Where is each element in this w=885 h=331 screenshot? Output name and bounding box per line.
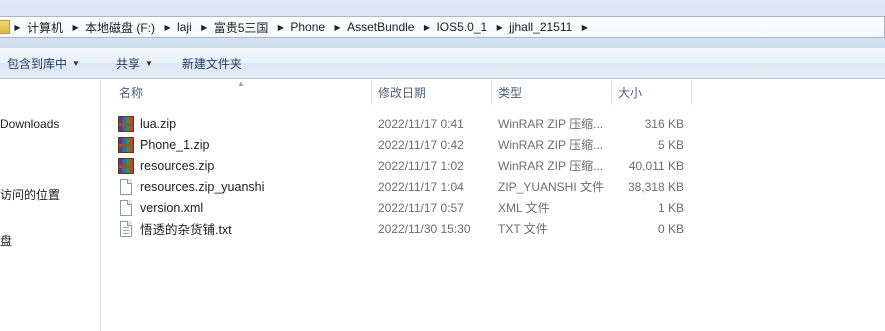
file-row[interactable]: version.xml 2022/11/17 0:57 XML 文件 1 KB	[102, 197, 702, 218]
breadcrumb-root-chevron[interactable]: ▶	[10, 17, 25, 37]
column-header-label: 名称	[119, 86, 144, 100]
file-row[interactable]: lua.zip 2022/11/17 0:41 WinRAR ZIP 压缩...…	[102, 113, 702, 134]
file-size: 40,011 KB	[628, 158, 684, 173]
new-folder-label: 新建文件夹	[181, 56, 242, 71]
dropdown-caret-icon: ▼	[144, 58, 153, 68]
file-name: version.xml	[140, 200, 204, 215]
file-row[interactable]: resources.zip_yuanshi 2022/11/17 1:04 ZI…	[102, 176, 702, 197]
chevron-right-icon[interactable]: ▶	[330, 23, 345, 32]
file-name: Phone_1.zip	[140, 137, 210, 152]
blank-file-icon	[120, 199, 132, 216]
file-size: 316 KB	[644, 116, 684, 131]
chevron-right-icon: ▶	[14, 22, 21, 32]
winrar-archive-icon	[118, 136, 134, 153]
file-type: TXT 文件	[498, 222, 548, 236]
nav-item-drive[interactable]: 盘	[0, 232, 12, 249]
sort-ascending-icon: ▲	[237, 79, 245, 88]
column-header-label: 类型	[498, 86, 523, 100]
file-date: 2022/11/17 0:42	[378, 137, 464, 152]
breadcrumb-ios[interactable]: IOS5.0_1 ▶	[434, 17, 507, 37]
address-bar-area: ▶ 计算机 ▶ 本地磁盘 (F:) ▶ laji ▶ 富贵5三国 ▶ Phone ▶ As…	[0, 0, 885, 48]
breadcrumb-drive-f[interactable]: 本地磁盘 (F:) ▶	[83, 17, 175, 37]
command-toolbar: 包含到库中 ▼ 共享 ▼ 新建文件夹	[0, 48, 885, 79]
file-size: 1 KB	[657, 200, 684, 215]
column-header-type[interactable]: 类型	[492, 80, 612, 105]
column-header-label: 修改日期	[378, 86, 427, 100]
file-date: 2022/11/17 0:57	[378, 200, 464, 215]
chevron-right-icon[interactable]: ▶	[273, 23, 288, 32]
column-header-label: 大小	[618, 86, 643, 100]
breadcrumb-label: 本地磁盘 (F:)	[85, 20, 156, 35]
file-size: 0 KB	[657, 221, 684, 236]
breadcrumb-label: jjhall_21511	[509, 20, 573, 34]
file-row[interactable]: resources.zip 2022/11/17 1:02 WinRAR ZIP…	[102, 155, 702, 176]
file-date: 2022/11/17 1:04	[378, 179, 464, 194]
text-file-icon	[120, 220, 132, 237]
chevron-right-icon[interactable]: ▶	[577, 23, 592, 32]
file-type: WinRAR ZIP 压缩...	[498, 159, 604, 173]
chevron-right-icon[interactable]: ▶	[197, 23, 212, 32]
breadcrumb-label: 计算机	[27, 20, 64, 35]
file-row[interactable]: Phone_1.zip 2022/11/17 0:42 WinRAR ZIP 压…	[102, 134, 702, 155]
nav-item-recent-places[interactable]: 访问的位置	[0, 186, 60, 203]
chevron-right-icon[interactable]: ▶	[419, 23, 434, 32]
file-row[interactable]: 悟透的杂货铺.txt 2022/11/30 15:30 TXT 文件 0 KB	[102, 218, 702, 239]
file-name: lua.zip	[140, 116, 177, 131]
breadcrumb-label: IOS5.0_1	[436, 20, 488, 34]
file-type: ZIP_YUANSHI 文件	[498, 180, 605, 194]
share-button[interactable]: 共享 ▼	[108, 48, 161, 78]
include-in-library-button[interactable]: 包含到库中 ▼	[0, 48, 88, 78]
file-type: WinRAR ZIP 压缩...	[498, 138, 604, 152]
address-bar[interactable]: ▶ 计算机 ▶ 本地磁盘 (F:) ▶ laji ▶ 富贵5三国 ▶ Phone ▶ As…	[0, 16, 885, 38]
chevron-right-icon[interactable]: ▶	[68, 23, 83, 32]
column-header-size[interactable]: 大小	[612, 80, 692, 105]
breadcrumb-laji[interactable]: laji ▶	[175, 17, 212, 37]
winrar-archive-icon	[118, 115, 134, 132]
file-name: resources.zip	[140, 158, 215, 173]
file-name: resources.zip_yuanshi	[140, 179, 265, 194]
chevron-right-icon[interactable]: ▶	[492, 23, 507, 32]
blank-file-icon	[120, 178, 132, 195]
file-rows: lua.zip 2022/11/17 0:41 WinRAR ZIP 压缩...…	[102, 113, 702, 239]
file-date: 2022/11/17 1:02	[378, 158, 464, 173]
file-size: 38,318 KB	[627, 179, 684, 194]
breadcrumb-phone[interactable]: Phone ▶	[288, 17, 345, 37]
column-header-date[interactable]: 修改日期	[372, 80, 492, 105]
column-header-name[interactable]: ▲ 名称	[102, 79, 372, 105]
chevron-right-icon[interactable]: ▶	[160, 23, 175, 32]
file-date: 2022/11/17 0:41	[378, 116, 464, 131]
breadcrumb-computer[interactable]: 计算机 ▶	[25, 17, 83, 37]
winrar-archive-icon	[118, 157, 134, 174]
breadcrumb-label: Phone	[290, 20, 326, 34]
file-type: XML 文件	[498, 201, 550, 215]
breadcrumb-label: AssetBundle	[347, 20, 415, 34]
folder-icon	[0, 20, 10, 34]
share-label: 共享	[115, 56, 140, 71]
breadcrumb-label: 富贵5三国	[213, 20, 269, 35]
breadcrumb-jjhall[interactable]: jjhall_21511 ▶	[507, 17, 592, 37]
file-date: 2022/11/30 15:30	[378, 221, 471, 236]
file-type: WinRAR ZIP 压缩...	[498, 117, 604, 131]
file-list: ▲ 名称 修改日期 类型 大小 lua.zip 2022/11/17 0:41 …	[102, 79, 885, 331]
breadcrumb-label: laji	[177, 20, 192, 34]
breadcrumb-fugui[interactable]: 富贵5三国 ▶	[212, 17, 289, 37]
file-name: 悟透的杂货铺.txt	[140, 223, 232, 237]
include-in-library-label: 包含到库中	[7, 56, 68, 71]
file-size: 5 KB	[657, 137, 684, 152]
nav-item-downloads[interactable]: Downloads	[0, 117, 59, 131]
navigation-pane: Downloads 访问的位置 盘	[0, 80, 101, 331]
dropdown-caret-icon: ▼	[72, 58, 80, 68]
breadcrumb-assetbundle[interactable]: AssetBundle ▶	[345, 17, 434, 37]
column-header-row: ▲ 名称 修改日期 类型 大小	[102, 79, 885, 105]
